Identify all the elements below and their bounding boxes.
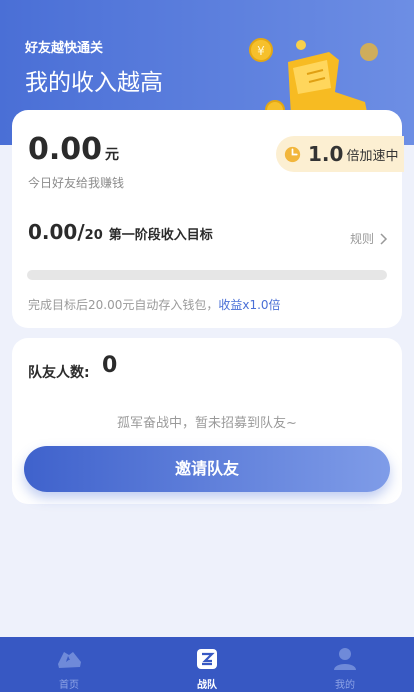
- goal-progress-bar: [27, 270, 387, 280]
- speed-label: 倍加速中: [346, 148, 399, 164]
- header-subtitle: 好友越快通关: [25, 41, 104, 56]
- earnings-value: 0.00: [28, 132, 103, 167]
- tab-profile-label: 我的: [335, 680, 355, 691]
- tab-team-label: 战队: [197, 680, 217, 691]
- rules-link[interactable]: 规则: [350, 230, 388, 247]
- earnings-description: 今日好友给我赚钱: [28, 176, 125, 190]
- rules-label: 规则: [349, 232, 374, 246]
- goal-note-text: 完成目标后20.00元自动存入钱包，: [28, 298, 219, 312]
- speed-multiplier: 1.0: [308, 142, 344, 166]
- earnings-unit: 元: [105, 147, 120, 163]
- chevron-right-icon: [380, 232, 388, 245]
- earnings-card: 0.00 元 今日好友给我赚钱 1.0 倍加速中 0.00/20 第一阶段收入目标 …: [12, 110, 404, 328]
- goal-total: 20: [84, 228, 103, 243]
- goal-note: 完成目标后20.00元自动存入钱包，收益x1.0倍: [28, 296, 281, 313]
- bottom-tab-bar: 首页 战队 我的: [0, 637, 414, 692]
- empty-team-message: 孤军奋战中，暂未招募到队友~: [117, 416, 297, 431]
- goal-progress-text: 0.00/20 第一阶段收入目标: [28, 220, 213, 244]
- tab-team[interactable]: 战队: [138, 637, 276, 692]
- home-shoe-icon: [58, 652, 81, 668]
- profile-icon: [334, 648, 356, 670]
- invite-teammates-button[interactable]: 邀请队友: [24, 446, 390, 492]
- tab-home[interactable]: 首页: [0, 637, 138, 692]
- header-title: 我的收入越高: [25, 70, 163, 96]
- goal-current: 0.00/: [28, 220, 85, 244]
- tab-profile[interactable]: 我的: [276, 637, 414, 692]
- speed-badge: 1.0 倍加速中: [276, 136, 404, 172]
- today-earnings-amount: 0.00 元: [28, 132, 119, 167]
- team-count-label: 队友人数:: [28, 365, 90, 381]
- earnings-multiplier-link[interactable]: 收益x1.0倍: [218, 298, 280, 312]
- team-card: 队友人数: 0 孤军奋战中，暂未招募到队友~ 邀请队友: [12, 338, 402, 504]
- team-count-value: 0: [102, 353, 118, 378]
- team-shield-icon: [197, 649, 217, 669]
- clock-icon: [284, 146, 301, 162]
- svg-text:¥: ¥: [257, 44, 265, 58]
- goal-stage-label: 第一阶段收入目标: [108, 228, 213, 243]
- tab-home-label: 首页: [59, 680, 79, 691]
